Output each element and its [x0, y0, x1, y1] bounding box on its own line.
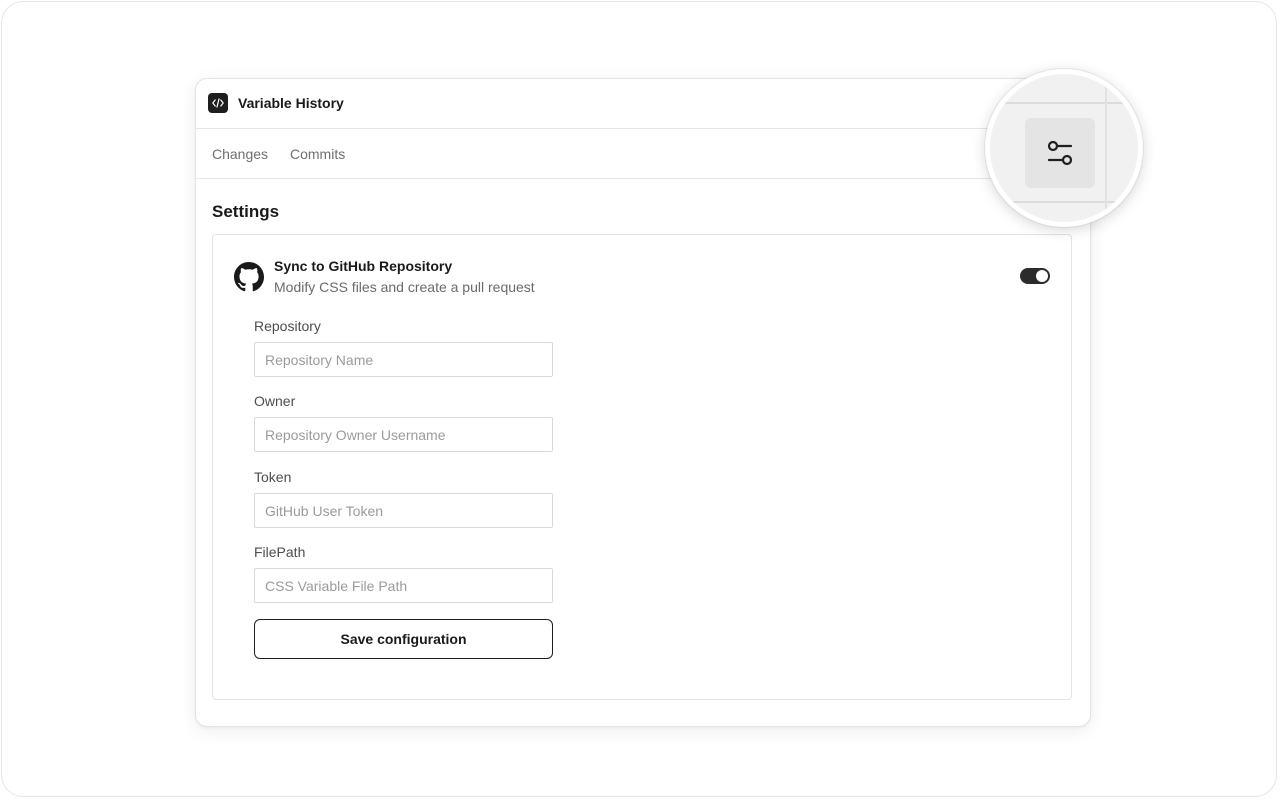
plugin-window: Variable History Changes Commits Setting…	[195, 78, 1091, 727]
save-configuration-button[interactable]: Save configuration	[254, 619, 553, 659]
owner-label: Owner	[254, 393, 296, 409]
magnified-divider	[990, 201, 1138, 203]
token-label: Token	[254, 469, 292, 485]
github-icon	[234, 262, 264, 292]
tab-bar: Changes Commits	[196, 129, 1090, 179]
magnifier-callout	[985, 69, 1143, 227]
token-input[interactable]	[254, 493, 553, 528]
tab-changes[interactable]: Changes	[212, 146, 268, 162]
sync-subtitle: Modify CSS files and create a pull reque…	[274, 279, 535, 295]
sync-title: Sync to GitHub Repository	[274, 258, 453, 274]
tab-commits[interactable]: Commits	[290, 146, 345, 162]
filepath-label: FilePath	[254, 544, 306, 560]
settings-button[interactable]	[1025, 118, 1095, 188]
window-title: Variable History	[238, 95, 344, 111]
filepath-input[interactable]	[254, 568, 553, 603]
owner-input[interactable]	[254, 417, 553, 452]
repository-label: Repository	[254, 318, 321, 334]
github-sync-card: Sync to GitHub Repository Modify CSS fil…	[212, 234, 1072, 700]
settings-heading: Settings	[212, 202, 280, 221]
sync-toggle[interactable]	[1020, 268, 1050, 284]
title-bar: Variable History	[196, 79, 1090, 129]
repository-input[interactable]	[254, 342, 553, 377]
magnified-divider	[1105, 74, 1107, 222]
background-frame: Variable History Changes Commits Setting…	[1, 1, 1277, 797]
magnified-divider	[990, 102, 1138, 104]
toggle-knob	[1036, 270, 1048, 282]
code-icon	[208, 93, 228, 113]
